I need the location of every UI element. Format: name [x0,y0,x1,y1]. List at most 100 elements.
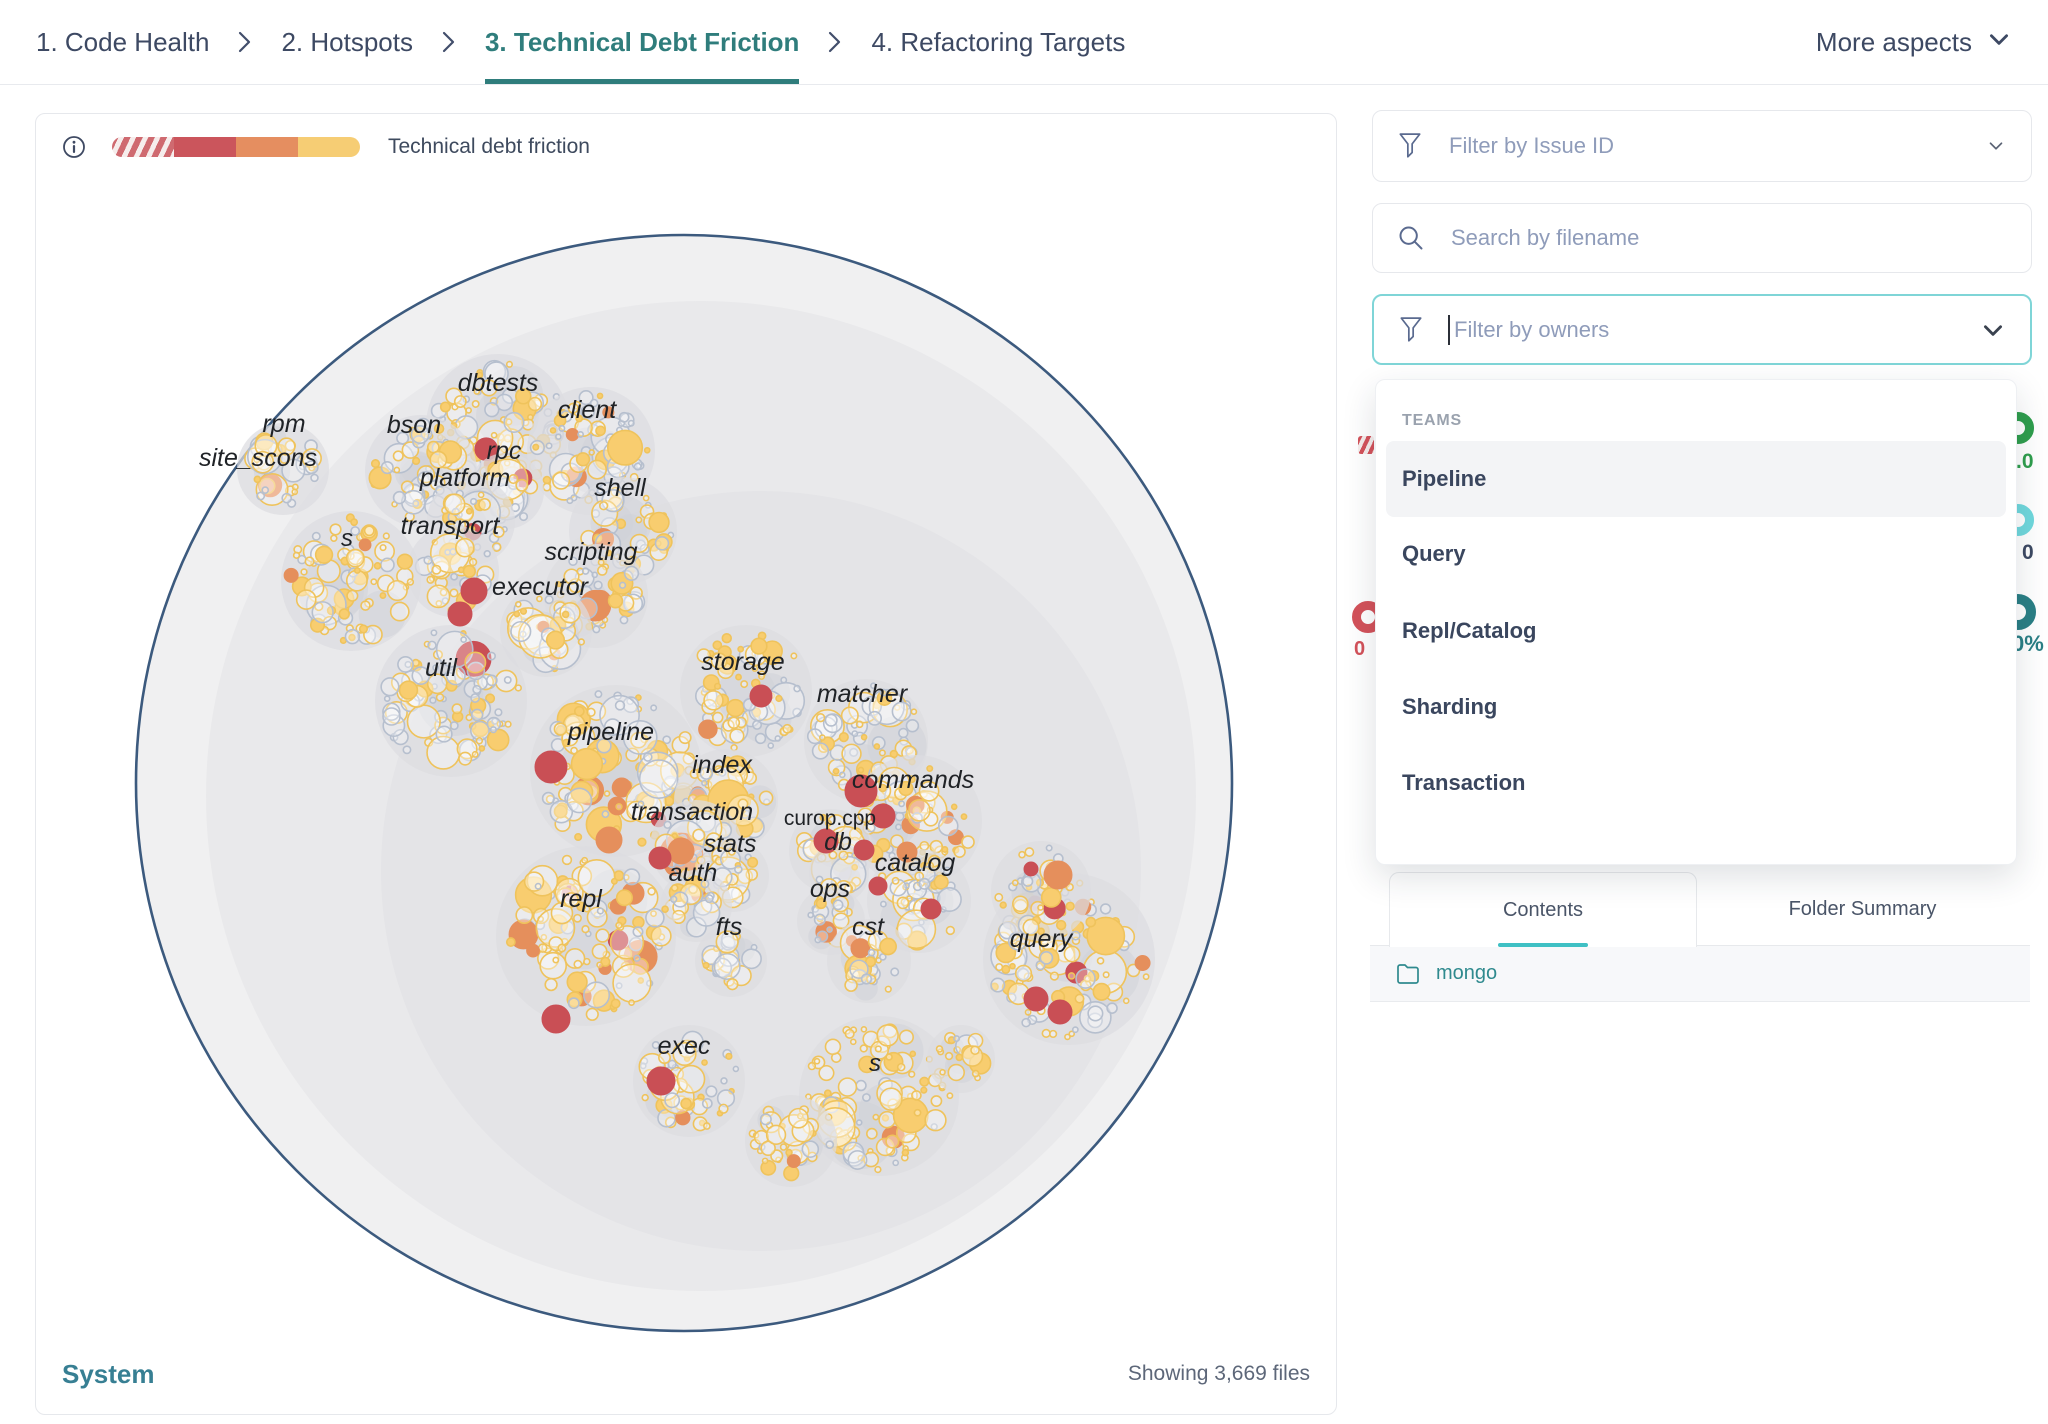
file-bubble[interactable] [516,480,527,491]
file-bubble[interactable] [305,557,313,565]
file-bubble[interactable] [817,714,825,722]
file-bubble[interactable] [1073,1027,1078,1032]
file-bubble[interactable] [840,733,849,742]
cluster-label[interactable]: storage [701,648,784,676]
file-bubble[interactable] [788,1155,800,1167]
file-bubble[interactable] [919,879,929,889]
breadcrumb-item-code-health[interactable]: 1. Code Health [36,27,209,58]
file-bubble[interactable] [879,1112,895,1128]
file-bubble[interactable] [886,1054,892,1060]
file-bubble[interactable] [484,551,490,557]
file-bubble[interactable] [394,467,399,472]
file-bubble[interactable] [574,961,581,968]
file-bubble[interactable] [703,963,708,968]
file-bubble[interactable] [616,701,625,710]
file-bubble[interactable] [355,568,360,573]
file-bubble[interactable] [551,428,556,433]
file-bubble[interactable] [472,752,477,757]
file-bubble[interactable] [605,791,610,796]
file-bubble[interactable] [638,838,646,846]
owners-filter-input[interactable] [1454,317,1980,343]
file-bubble[interactable] [842,707,858,723]
file-bubble[interactable] [584,959,590,965]
file-bubble[interactable] [1013,880,1018,885]
file-bubble[interactable] [407,705,440,738]
file-bubble[interactable] [624,869,639,884]
cluster-label[interactable]: util [425,654,458,682]
file-bubble[interactable] [330,524,341,535]
file-bubble[interactable] [920,1077,929,1086]
cluster-circle[interactable] [745,1095,837,1187]
file-bubble[interactable] [703,1099,712,1108]
cluster-label[interactable]: fts [716,913,742,941]
hotspot-dot[interactable] [596,827,622,853]
chevron-down-icon[interactable] [1980,317,2006,343]
file-bubble[interactable] [437,694,444,701]
file-bubble[interactable] [842,744,861,763]
file-bubble[interactable] [825,1039,840,1054]
file-bubble[interactable] [852,731,857,736]
file-bubble[interactable] [466,408,471,413]
cluster-label[interactable]: transport [401,512,501,540]
file-bubble[interactable] [400,681,418,699]
breadcrumb-item-hotspots[interactable]: 2. Hotspots [281,27,413,58]
file-bubble[interactable] [485,403,499,417]
file-bubble[interactable] [361,601,370,610]
file-bubble[interactable] [575,834,581,840]
file-bubble[interactable] [714,954,739,979]
file-bubble[interactable] [1038,905,1043,910]
file-bubble[interactable] [880,1088,902,1110]
file-bubble[interactable] [719,1104,728,1113]
cluster-label[interactable]: s [341,525,353,552]
cluster-label[interactable]: exec [658,1032,711,1060]
cluster-label[interactable]: dbtests [458,369,539,397]
file-bubble[interactable] [636,517,641,522]
file-bubble[interactable] [1042,1030,1050,1038]
file-bubble[interactable] [1071,931,1079,939]
hotspot-dot[interactable] [869,877,887,895]
file-bubble[interactable] [592,944,606,958]
file-bubble[interactable] [505,721,511,727]
more-aspects-menu[interactable]: More aspects [1816,0,2012,84]
file-bubble[interactable] [294,552,300,558]
filename-search[interactable] [1372,203,2032,273]
file-bubble[interactable] [398,554,413,569]
file-bubble[interactable] [1022,1019,1030,1027]
file-bubble[interactable] [973,1071,979,1077]
file-bubble[interactable] [284,569,297,582]
file-bubble[interactable] [450,589,457,596]
file-bubble[interactable] [1019,852,1025,858]
file-bubble[interactable] [491,727,497,733]
file-bubble[interactable] [282,494,291,503]
file-bubble[interactable] [1103,972,1108,977]
file-bubble[interactable] [567,498,572,503]
file-bubble[interactable] [1086,917,1095,926]
file-bubble[interactable] [620,582,626,588]
file-bubble[interactable] [428,641,436,649]
file-bubble[interactable] [681,1099,691,1109]
file-bubble[interactable] [473,686,481,694]
file-bubble[interactable] [952,804,957,809]
file-bubble[interactable] [839,1078,857,1096]
file-bubble[interactable] [648,888,655,895]
cluster-circle[interactable] [680,625,812,757]
file-bubble[interactable] [515,685,521,691]
file-bubble[interactable] [834,769,839,774]
file-bubble[interactable] [611,999,619,1007]
file-bubble[interactable] [391,602,409,620]
cluster-label[interactable]: auth [669,859,718,887]
file-bubble[interactable] [925,1110,946,1131]
file-bubble[interactable] [763,1158,768,1163]
file-bubble[interactable] [896,824,901,829]
file-bubble[interactable] [471,694,479,702]
breadcrumb-item-technical-debt-friction[interactable]: 3. Technical Debt Friction [485,27,799,58]
cluster-label[interactable]: cst [852,913,885,941]
file-bubble[interactable] [488,652,495,659]
file-bubble[interactable] [543,483,550,490]
file-bubble[interactable] [869,950,875,956]
file-bubble[interactable] [316,546,333,563]
file-bubble[interactable] [995,894,1002,901]
cluster-label[interactable]: query [1010,925,1074,953]
file-bubble[interactable] [375,563,381,569]
file-bubble[interactable] [553,957,558,962]
